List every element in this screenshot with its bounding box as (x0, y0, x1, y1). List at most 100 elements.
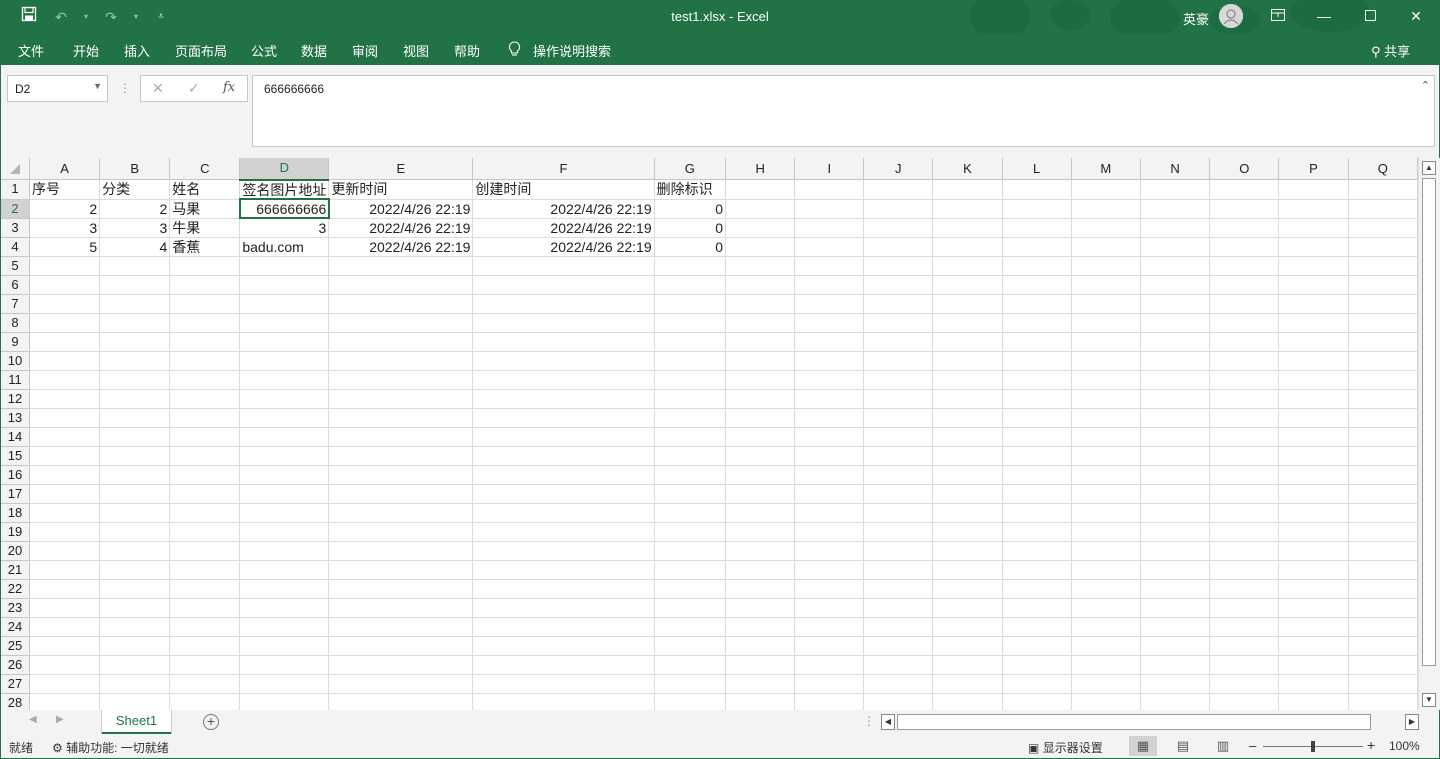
cell-n1[interactable] (1140, 179, 1211, 200)
cell-h8[interactable] (725, 313, 796, 333)
row-header[interactable]: 20 (1, 541, 31, 561)
cell-a24[interactable] (29, 617, 101, 637)
column-header-c[interactable]: C (169, 158, 241, 180)
cell-a7[interactable] (29, 294, 101, 314)
row-header[interactable]: 13 (1, 408, 31, 428)
cell-q2[interactable] (1348, 199, 1418, 219)
cell-j3[interactable] (863, 218, 934, 238)
page-break-view-icon[interactable]: ▥ (1209, 736, 1237, 756)
cell-c20[interactable] (169, 541, 241, 561)
cell-f25[interactable] (472, 636, 655, 656)
cell-k17[interactable] (932, 484, 1003, 504)
cell-f5[interactable] (472, 256, 655, 276)
cell-i2[interactable] (794, 199, 865, 219)
cell-j22[interactable] (863, 579, 934, 599)
horizontal-scroll-thumb[interactable] (897, 714, 1371, 730)
cell-b6[interactable] (99, 275, 171, 295)
cell-n3[interactable] (1140, 218, 1211, 238)
cell-i18[interactable] (794, 503, 865, 523)
cell-h21[interactable] (725, 560, 796, 580)
cell-o3[interactable] (1209, 218, 1280, 238)
tab-file[interactable]: 文件 (18, 41, 44, 60)
cell-i5[interactable] (794, 256, 865, 276)
cell-j19[interactable] (863, 522, 934, 542)
cell-o23[interactable] (1209, 598, 1280, 618)
cell-d12[interactable] (239, 389, 330, 409)
cell-e8[interactable] (328, 313, 474, 333)
cell-f1[interactable]: 创建时间 (472, 179, 655, 200)
cell-b27[interactable] (99, 674, 171, 694)
formula-bar-separator[interactable]: ⋮ (119, 81, 131, 95)
cell-q10[interactable] (1348, 351, 1418, 371)
cell-d8[interactable] (239, 313, 330, 333)
cell-q3[interactable] (1348, 218, 1418, 238)
column-header-e[interactable]: E (328, 158, 474, 180)
cell-g16[interactable] (654, 465, 727, 485)
cell-g2[interactable]: 0 (654, 199, 727, 219)
cell-m1[interactable] (1071, 179, 1141, 200)
tab-home[interactable]: 开始 (73, 41, 99, 60)
cell-h17[interactable] (725, 484, 796, 504)
cell-f18[interactable] (472, 503, 655, 523)
cell-q13[interactable] (1348, 408, 1418, 428)
cell-l23[interactable] (1002, 598, 1072, 618)
cell-h23[interactable] (725, 598, 796, 618)
cell-k12[interactable] (932, 389, 1003, 409)
cell-p4[interactable] (1278, 237, 1349, 257)
cell-l17[interactable] (1002, 484, 1072, 504)
cell-h16[interactable] (725, 465, 796, 485)
cell-m17[interactable] (1071, 484, 1141, 504)
cell-p24[interactable] (1278, 617, 1349, 637)
cell-f24[interactable] (472, 617, 655, 637)
sheet-tab-sheet1[interactable]: Sheet1 (102, 710, 171, 734)
cell-i17[interactable] (794, 484, 865, 504)
formula-input[interactable]: 666666666 ⌃ (252, 75, 1435, 147)
cell-f17[interactable] (472, 484, 655, 504)
cell-k27[interactable] (932, 674, 1003, 694)
row-header[interactable]: 24 (1, 617, 31, 637)
cell-e13[interactable] (328, 408, 474, 428)
cell-e14[interactable] (328, 427, 474, 447)
cell-p12[interactable] (1278, 389, 1349, 409)
cell-b8[interactable] (99, 313, 171, 333)
cell-c17[interactable] (169, 484, 241, 504)
cell-a9[interactable] (29, 332, 101, 352)
cell-k16[interactable] (932, 465, 1003, 485)
cell-e19[interactable] (328, 522, 474, 542)
cell-g26[interactable] (654, 655, 727, 675)
cell-m24[interactable] (1071, 617, 1141, 637)
cell-c5[interactable] (169, 256, 241, 276)
cell-h15[interactable] (725, 446, 796, 466)
cell-i8[interactable] (794, 313, 865, 333)
cell-a12[interactable] (29, 389, 101, 409)
cell-b14[interactable] (99, 427, 171, 447)
cell-m3[interactable] (1071, 218, 1141, 238)
cell-j7[interactable] (863, 294, 934, 314)
cell-i23[interactable] (794, 598, 865, 618)
cell-c21[interactable] (169, 560, 241, 580)
cell-l24[interactable] (1002, 617, 1072, 637)
cell-k26[interactable] (932, 655, 1003, 675)
cell-k8[interactable] (932, 313, 1003, 333)
cell-g17[interactable] (654, 484, 727, 504)
cell-a25[interactable] (29, 636, 101, 656)
cell-q28[interactable] (1348, 693, 1418, 710)
cell-a6[interactable] (29, 275, 101, 295)
cell-a1[interactable]: 序号 (29, 179, 101, 200)
cell-q22[interactable] (1348, 579, 1418, 599)
cell-q20[interactable] (1348, 541, 1418, 561)
insert-function-icon[interactable]: fx (223, 80, 235, 95)
column-header-j[interactable]: J (863, 158, 934, 180)
cell-p3[interactable] (1278, 218, 1349, 238)
cell-c4[interactable]: 香蕉 (169, 237, 241, 257)
undo-dropdown-icon[interactable]: ▾ (82, 6, 90, 28)
cell-b28[interactable] (99, 693, 171, 710)
cell-d5[interactable] (239, 256, 330, 276)
cell-b18[interactable] (99, 503, 171, 523)
cell-h14[interactable] (725, 427, 796, 447)
cell-c27[interactable] (169, 674, 241, 694)
redo-icon[interactable]: ↷ (100, 6, 122, 28)
cell-d10[interactable] (239, 351, 330, 371)
cell-h12[interactable] (725, 389, 796, 409)
cell-h1[interactable] (725, 179, 796, 200)
